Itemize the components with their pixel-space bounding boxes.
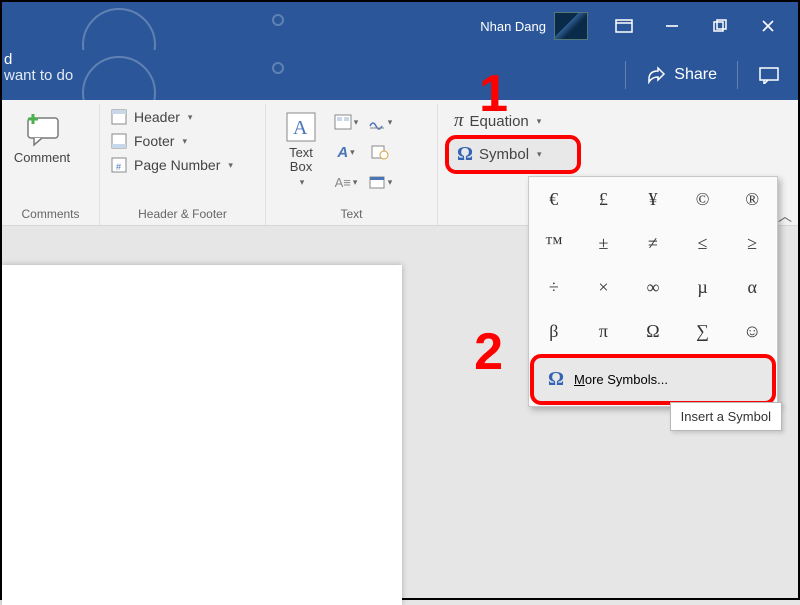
drop-cap-icon: A≡	[335, 175, 351, 190]
collapse-ribbon-button[interactable]: ︿	[778, 206, 792, 226]
chevron-down-icon: ▾	[188, 112, 193, 123]
more-symbols-button[interactable]: Ω More Symbols...	[533, 357, 773, 402]
share-button[interactable]: Share	[646, 66, 717, 84]
comment-button[interactable]: Comment	[2, 106, 82, 169]
comment-label: Comment	[14, 150, 70, 165]
comment-icon	[20, 110, 64, 148]
tooltip: Insert a Symbol	[670, 402, 782, 431]
header-footer-group-label: Header & Footer	[100, 207, 265, 221]
symbol-cell[interactable]: ∞	[628, 265, 678, 309]
chevron-down-icon: ▾	[537, 149, 542, 160]
date-time-icon	[371, 144, 389, 160]
text-box-icon: A	[284, 110, 318, 144]
symbol-cell[interactable]: ©	[678, 177, 728, 221]
wordart-icon: A	[337, 144, 348, 161]
quick-parts-icon	[334, 114, 352, 130]
symbol-cell[interactable]: ®	[727, 177, 777, 221]
symbol-button[interactable]: Ω Symbol ▾	[448, 138, 578, 171]
symbol-cell[interactable]: µ	[678, 265, 728, 309]
text-group-label: Text	[266, 207, 437, 221]
wordart-button[interactable]: A▾	[332, 140, 360, 164]
equation-button[interactable]: π Equation ▾	[448, 108, 578, 134]
symbol-cell[interactable]: β	[529, 309, 579, 353]
symbol-cell[interactable]: ∑	[678, 309, 728, 353]
symbol-dropdown-panel: €£¥©®™±≠≤≥÷×∞µαβπΩ∑☺ Ω More Symbols...	[528, 176, 778, 407]
user-name: Nhan Dang	[480, 19, 546, 34]
svg-text:A: A	[293, 117, 308, 139]
footer-icon	[110, 132, 128, 150]
share-icon	[646, 66, 666, 84]
symbol-cell[interactable]: €	[529, 177, 579, 221]
page-number-button[interactable]: # Page Number▾	[110, 156, 255, 174]
symbol-icon: Ω	[548, 368, 564, 391]
equation-icon: π	[454, 110, 464, 132]
signature-line-button[interactable]: ▾	[366, 110, 394, 134]
symbol-cell[interactable]: Ω	[628, 309, 678, 353]
symbol-cell[interactable]: ™	[529, 221, 579, 265]
chevron-down-icon: ▾	[182, 136, 187, 147]
symbol-cell[interactable]: ÷	[529, 265, 579, 309]
minimize-button[interactable]	[648, 8, 696, 44]
chevron-down-icon: ▾	[228, 160, 233, 171]
header-button[interactable]: Header▾	[110, 108, 255, 126]
close-button[interactable]	[744, 8, 792, 44]
document-page[interactable]	[2, 265, 402, 605]
more-symbols-label: More Symbols...	[574, 372, 668, 387]
date-time-button[interactable]	[366, 140, 394, 164]
maximize-button[interactable]	[696, 8, 744, 44]
footer-button[interactable]: Footer▾	[110, 132, 255, 150]
signature-icon	[368, 114, 386, 130]
symbol-icon: Ω	[457, 143, 473, 166]
chevron-down-icon: ▾	[537, 116, 542, 127]
symbol-cell[interactable]: ¥	[628, 177, 678, 221]
header-icon	[110, 108, 128, 126]
window-titlebar: Nhan Dang	[2, 2, 798, 50]
comments-group-label: Comments	[2, 207, 99, 221]
quick-parts-button[interactable]: ▾	[332, 110, 360, 134]
text-box-button[interactable]: A Text Box ▾	[276, 106, 326, 194]
object-button[interactable]: ▾	[366, 170, 394, 194]
ribbon-display-options-button[interactable]	[600, 8, 648, 44]
user-avatar[interactable]	[554, 12, 588, 40]
svg-text:#: #	[116, 162, 121, 172]
text-box-label: Text Box	[289, 146, 313, 175]
symbol-cell[interactable]: ≤	[678, 221, 728, 265]
symbol-cell[interactable]: ≠	[628, 221, 678, 265]
symbol-cell[interactable]: α	[727, 265, 777, 309]
drop-cap-button[interactable]: A≡▾	[332, 170, 360, 194]
symbol-cell[interactable]: ≥	[727, 221, 777, 265]
object-icon	[368, 174, 386, 190]
symbol-cell[interactable]: π	[579, 309, 629, 353]
feedback-icon[interactable]	[758, 66, 780, 84]
partial-tab-text: d	[4, 51, 12, 68]
symbol-cell[interactable]: ☺	[727, 309, 777, 353]
page-number-icon: #	[110, 156, 128, 174]
symbol-cell[interactable]: £	[579, 177, 629, 221]
share-area: Share	[615, 61, 780, 89]
ribbon-subbar: want to do Share	[2, 50, 798, 100]
symbol-cell[interactable]: ±	[579, 221, 629, 265]
symbol-cell[interactable]: ×	[579, 265, 629, 309]
tell-me-text[interactable]: want to do	[2, 67, 73, 84]
chevron-down-icon: ▾	[300, 177, 305, 188]
account-area[interactable]: Nhan Dang	[480, 12, 588, 40]
